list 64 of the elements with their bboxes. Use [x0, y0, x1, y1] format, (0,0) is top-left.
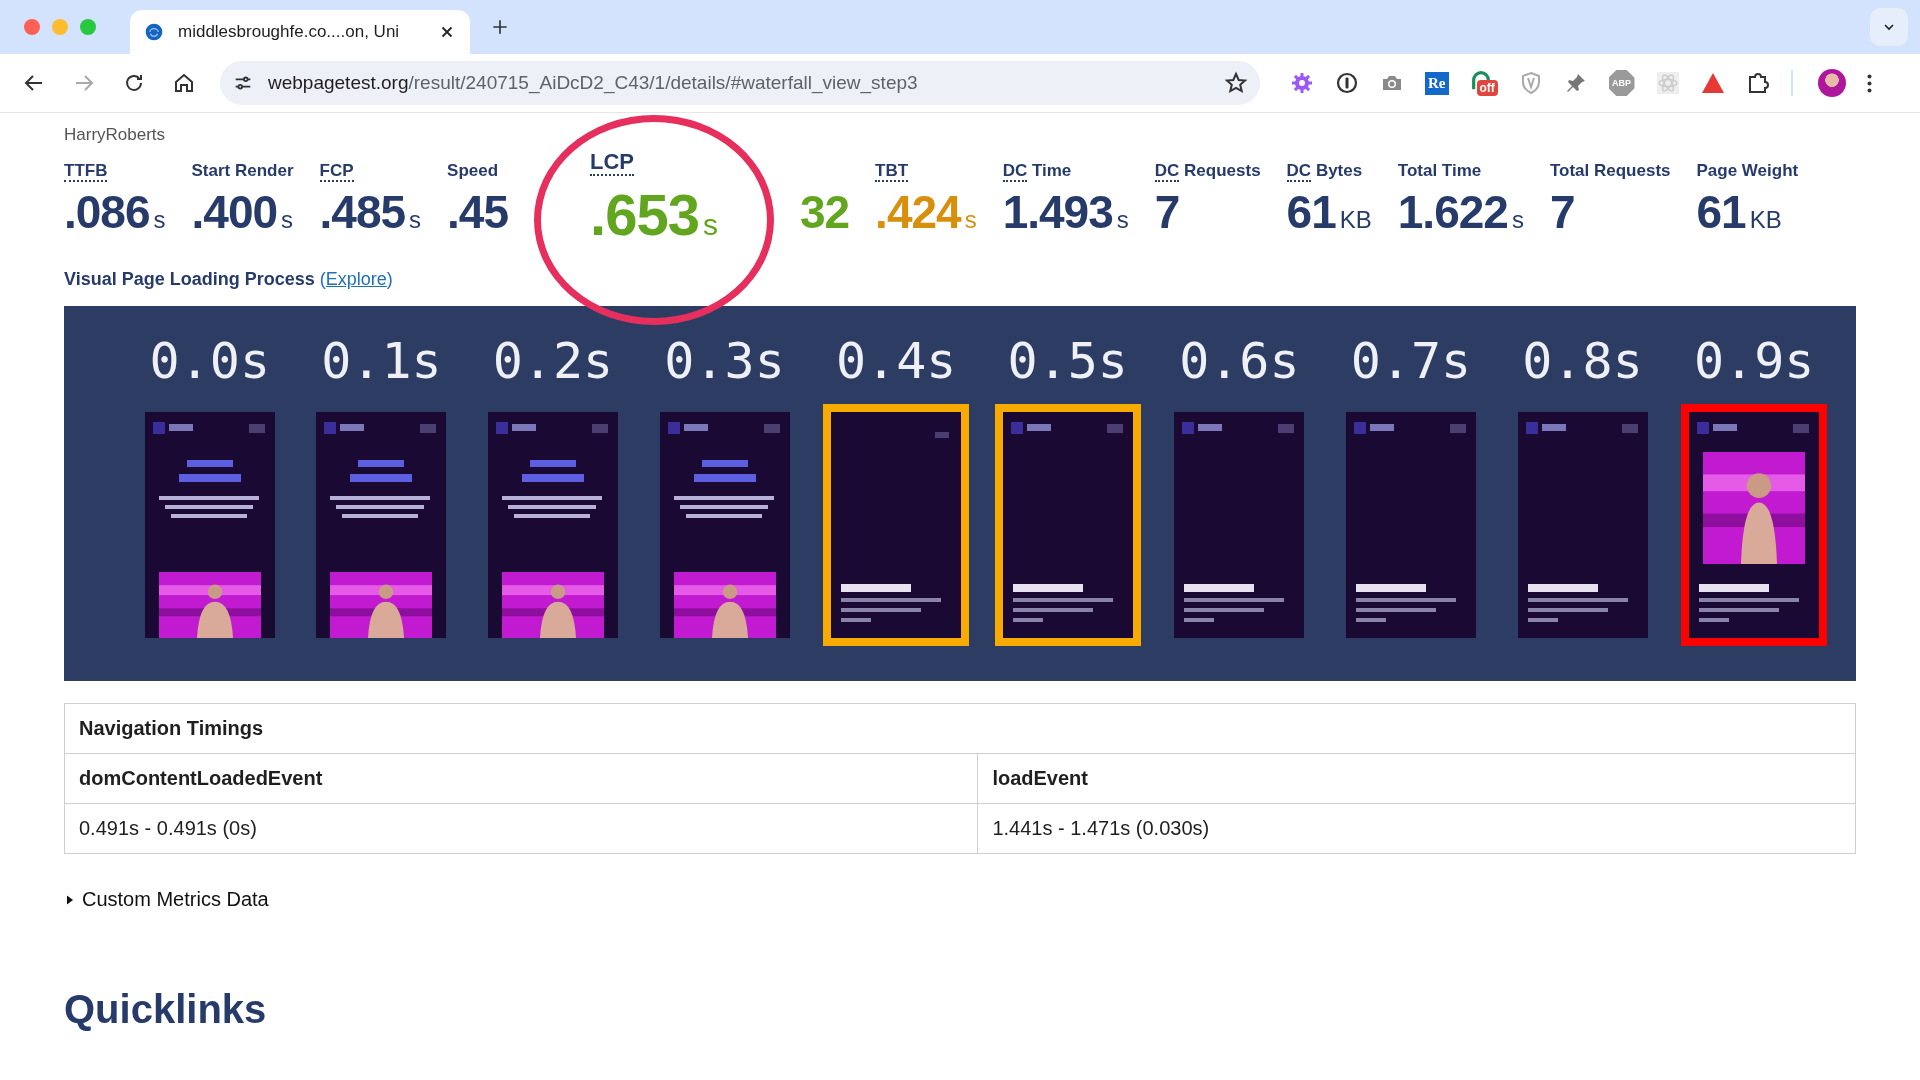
author-name: HarryRoberts: [64, 125, 166, 144]
metric-value: .400 s: [191, 185, 294, 239]
browser-tab[interactable]: middlesbroughfe.co....on, Uni: [130, 10, 470, 54]
table-title: Navigation Timings: [64, 703, 1856, 754]
metric-label: DC Bytes: [1286, 161, 1364, 183]
metric-value: 61 KB: [1286, 185, 1372, 239]
metric-label: Total Time: [1397, 161, 1483, 182]
section-heading: Quicklinks: [64, 987, 268, 1032]
disclosure-toggle[interactable]: Custom Metrics Data: [64, 888, 269, 911]
metric-label: LCP: [590, 149, 636, 178]
metric-label: DC Requests: [1154, 161, 1261, 183]
metric-value: .653s: [590, 181, 718, 248]
column-header: domContentLoadedEvent: [64, 753, 978, 804]
metric-label: DC Time: [1002, 161, 1073, 183]
extension-icon[interactable]: Re: [1425, 71, 1449, 95]
metric-label: Start Render: [191, 161, 294, 182]
frame-time: 0.0s: [149, 332, 270, 392]
frame-time: 0.9s: [1693, 332, 1815, 392]
metric-value: 32: [799, 185, 850, 239]
menu-icon: [1866, 73, 1872, 93]
atom-icon: [1655, 71, 1680, 95]
frame-time: 0.5s: [1007, 332, 1128, 392]
tab-title: middlesbroughfe.co....on, Uni: [178, 22, 401, 42]
metric-value: .485 s: [319, 185, 422, 239]
metric-value: .424s: [875, 185, 977, 239]
frame-thumbnail[interactable]: [823, 404, 970, 646]
metric-label: TBT: [875, 161, 910, 183]
plus-icon: [490, 17, 510, 37]
frame-thumbnail[interactable]: [994, 404, 1141, 646]
table-cell: 1.441s - 1.471s (0.030s): [977, 803, 1856, 854]
metric-value: 7: [1154, 185, 1181, 239]
globe-icon: [144, 22, 164, 42]
star-icon: [1224, 71, 1248, 95]
home-icon: [172, 71, 196, 95]
frame-time: 0.4s: [835, 332, 957, 392]
explore-link[interactable]: Explore: [325, 269, 387, 289]
metric-label: Total Requests: [1549, 161, 1671, 182]
frame-time: 0.2s: [492, 332, 614, 392]
metric-value: 1.622 s: [1397, 185, 1524, 239]
metric-value: .45: [447, 185, 509, 239]
frame-time: 0.3s: [664, 332, 785, 392]
metric-label: Page Weight: [1696, 161, 1799, 182]
address-bar[interactable]: webpagetest.org/result/240715_AiDcD2_C43/1/details/#waterfall_view_step3: [220, 61, 1260, 105]
table-cell: 0.491s - 0.491s (0s): [64, 803, 978, 854]
metric-label: FCP: [319, 161, 355, 183]
metric-label: Speed: [447, 161, 500, 182]
triangle-icon: [1700, 71, 1725, 95]
column-header: loadEvent: [977, 753, 1856, 804]
metric-value: 1.493 s: [1002, 185, 1129, 239]
frame-thumbnail[interactable]: [1681, 404, 1828, 646]
off-badge: off: [1476, 80, 1498, 96]
metric-value: .086 s: [64, 185, 166, 239]
keyhole-icon: [1335, 71, 1359, 95]
frame-time: 0.6s: [1179, 332, 1300, 392]
url-text: webpagetest.org/result/240715_AiDcD2_C43/1/details/#waterfall_view_step3: [268, 72, 919, 94]
frame-time: 0.7s: [1350, 332, 1472, 392]
section-title: Visual Page Loading Process (Explore): [64, 269, 393, 290]
frame-time: 0.8s: [1522, 332, 1643, 392]
metric-label: TTFB: [64, 161, 109, 183]
metric-value: 7: [1549, 185, 1576, 239]
metric-value: 61 KB: [1696, 185, 1783, 239]
gear-icon: [1290, 71, 1314, 95]
frame-time: 0.1s: [321, 332, 442, 392]
avatar[interactable]: [1817, 69, 1846, 97]
